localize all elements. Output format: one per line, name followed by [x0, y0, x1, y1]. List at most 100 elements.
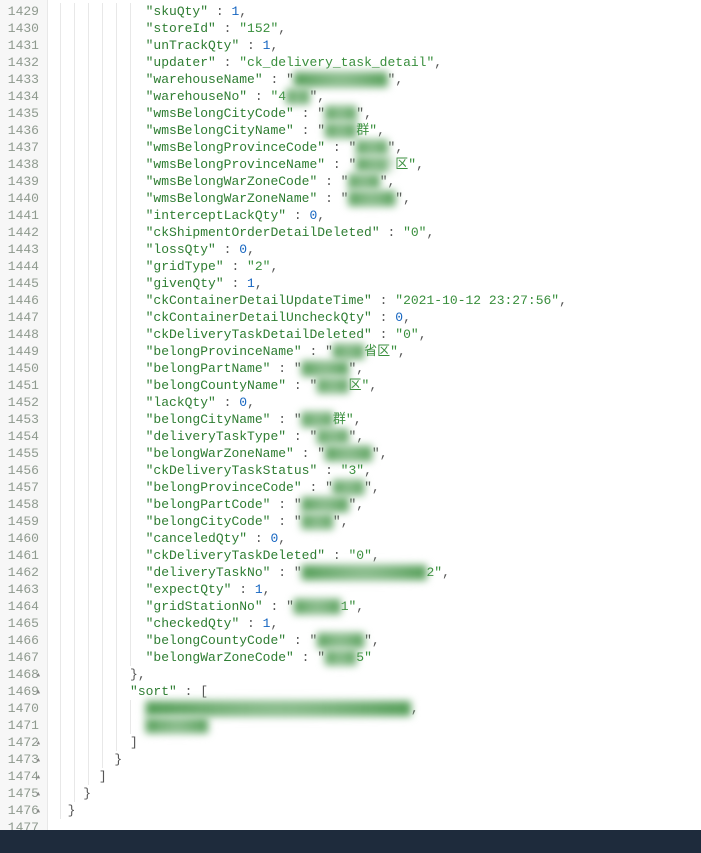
code-line[interactable]: "ckShipmentOrderDetailDeleted" : "0", — [52, 224, 701, 241]
status-bar — [0, 830, 701, 853]
line-number: 1472▴ — [4, 734, 39, 751]
code-line[interactable]: "belongCountyCode" : "██████", — [52, 632, 701, 649]
line-number: 1431 — [4, 37, 39, 54]
code-line[interactable]: "warehouseName" : "████████████", — [52, 71, 701, 88]
line-number: 1471 — [4, 717, 39, 734]
code-line[interactable]: "gridStationNo" : "██████1", — [52, 598, 701, 615]
line-number: 1456 — [4, 462, 39, 479]
line-number: 1433 — [4, 71, 39, 88]
code-line[interactable]: "ckContainerDetailUncheckQty" : 0, — [52, 309, 701, 326]
code-line[interactable]: } — [52, 751, 701, 768]
code-line[interactable]: "ckContainerDetailUpdateTime" : "2021-10… — [52, 292, 701, 309]
line-number: 1470 — [4, 700, 39, 717]
code-line[interactable]: "canceledQty" : 0, — [52, 530, 701, 547]
code-line[interactable]: }, — [52, 666, 701, 683]
line-number: 1455 — [4, 445, 39, 462]
code-line[interactable]: "deliveryTaskType" : "████", — [52, 428, 701, 445]
fold-marker-icon[interactable]: ▴ — [36, 667, 41, 684]
fold-marker-icon[interactable]: ▴ — [36, 735, 41, 752]
line-number: 1458 — [4, 496, 39, 513]
line-number: 1441 — [4, 207, 39, 224]
code-line[interactable]: "skuQty" : 1, — [52, 3, 701, 20]
line-number: 1440 — [4, 190, 39, 207]
line-number: 1446 — [4, 292, 39, 309]
line-number: 1451 — [4, 377, 39, 394]
line-number: 1447 — [4, 309, 39, 326]
line-number: 1468▴ — [4, 666, 39, 683]
line-number: 1461 — [4, 547, 39, 564]
line-number: 1454 — [4, 428, 39, 445]
line-number: 1432 — [4, 54, 39, 71]
code-line[interactable]: "ckDeliveryTaskStatus" : "3", — [52, 462, 701, 479]
line-number: 1463 — [4, 581, 39, 598]
line-number: 1473▴ — [4, 751, 39, 768]
line-number: 1476▴ — [4, 802, 39, 819]
code-line[interactable] — [52, 819, 701, 830]
fold-marker-icon[interactable]: ▴ — [36, 786, 41, 803]
line-number: 1445 — [4, 275, 39, 292]
code-line[interactable]: "belongProvinceName" : "████省区", — [52, 343, 701, 360]
fold-marker-icon[interactable]: ▴ — [36, 803, 41, 820]
code-line[interactable]: } — [52, 785, 701, 802]
code-line[interactable]: "belongProvinceCode" : "████", — [52, 479, 701, 496]
line-number: 1450 — [4, 360, 39, 377]
line-number: 1460 — [4, 530, 39, 547]
line-number: 1444 — [4, 258, 39, 275]
code-line[interactable]: "interceptLackQty" : 0, — [52, 207, 701, 224]
code-line[interactable]: "storeId" : "152", — [52, 20, 701, 37]
code-line[interactable]: "belongWarZoneCode" : "████5" — [52, 649, 701, 666]
line-number: 1467 — [4, 649, 39, 666]
code-line[interactable]: "lossQty" : 0, — [52, 241, 701, 258]
code-line[interactable]: "lackQty" : 0, — [52, 394, 701, 411]
code-content-area[interactable]: "skuQty" : 1, "storeId" : "152", "unTrac… — [48, 0, 701, 830]
line-number: 1437 — [4, 139, 39, 156]
code-line[interactable]: "warehouseNo" : "4███", — [52, 88, 701, 105]
line-number: 1429 — [4, 3, 39, 20]
line-number: 1466 — [4, 632, 39, 649]
line-number: 1465 — [4, 615, 39, 632]
code-line[interactable]: "belongCountyName" : "████区", — [52, 377, 701, 394]
line-number: 1475▴ — [4, 785, 39, 802]
line-number: 1443 — [4, 241, 39, 258]
code-line[interactable]: "expectQty" : 1, — [52, 581, 701, 598]
line-number: 1434 — [4, 88, 39, 105]
line-number: 1464 — [4, 598, 39, 615]
code-line[interactable]: ] — [52, 734, 701, 751]
code-line[interactable]: "givenQty" : 1, — [52, 275, 701, 292]
line-number: 1442 — [4, 224, 39, 241]
code-line[interactable]: } — [52, 802, 701, 819]
line-number: 1448 — [4, 326, 39, 343]
code-line[interactable]: "belongPartName" : "██████", — [52, 360, 701, 377]
code-line[interactable]: "deliveryTaskNo" : "████████████████2", — [52, 564, 701, 581]
code-line[interactable]: "belongWarZoneName" : "██████", — [52, 445, 701, 462]
code-line[interactable]: "ckDeliveryTaskDetailDeleted" : "0", — [52, 326, 701, 343]
code-line[interactable]: "wmsBelongWarZoneName" : "██████", — [52, 190, 701, 207]
fold-marker-icon[interactable]: ▴ — [36, 769, 41, 786]
code-line[interactable]: "unTrackQty" : 1, — [52, 37, 701, 54]
line-number: 1436 — [4, 122, 39, 139]
line-number: 1457 — [4, 479, 39, 496]
fold-marker-icon[interactable]: ▴ — [36, 752, 41, 769]
code-editor: 1429143014311432143314341435143614371438… — [0, 0, 701, 830]
line-number: 1430 — [4, 20, 39, 37]
code-line[interactable]: "belongPartCode" : "██████", — [52, 496, 701, 513]
line-number: 1449 — [4, 343, 39, 360]
line-number: 1459 — [4, 513, 39, 530]
line-number: 1435 — [4, 105, 39, 122]
line-number: 1439 — [4, 173, 39, 190]
code-line[interactable]: "belongCityCode" : "████", — [52, 513, 701, 530]
line-number: 1469▴ — [4, 683, 39, 700]
fold-marker-icon[interactable]: ▴ — [36, 684, 41, 701]
line-number: 1438 — [4, 156, 39, 173]
code-line[interactable]: "belongCityName" : "████群", — [52, 411, 701, 428]
code-line[interactable]: "gridType" : "2", — [52, 258, 701, 275]
code-line[interactable]: ████████ — [52, 717, 701, 734]
line-number: 1453 — [4, 411, 39, 428]
line-number: 1452 — [4, 394, 39, 411]
line-number-gutter: 1429143014311432143314341435143614371438… — [0, 0, 48, 830]
code-line[interactable]: "wmsBelongCityCode" : "████", — [52, 105, 701, 122]
line-number: 1474▴ — [4, 768, 39, 785]
line-number: 1462 — [4, 564, 39, 581]
code-line[interactable]: ] — [52, 768, 701, 785]
code-line[interactable]: "checkedQty" : 1, — [52, 615, 701, 632]
